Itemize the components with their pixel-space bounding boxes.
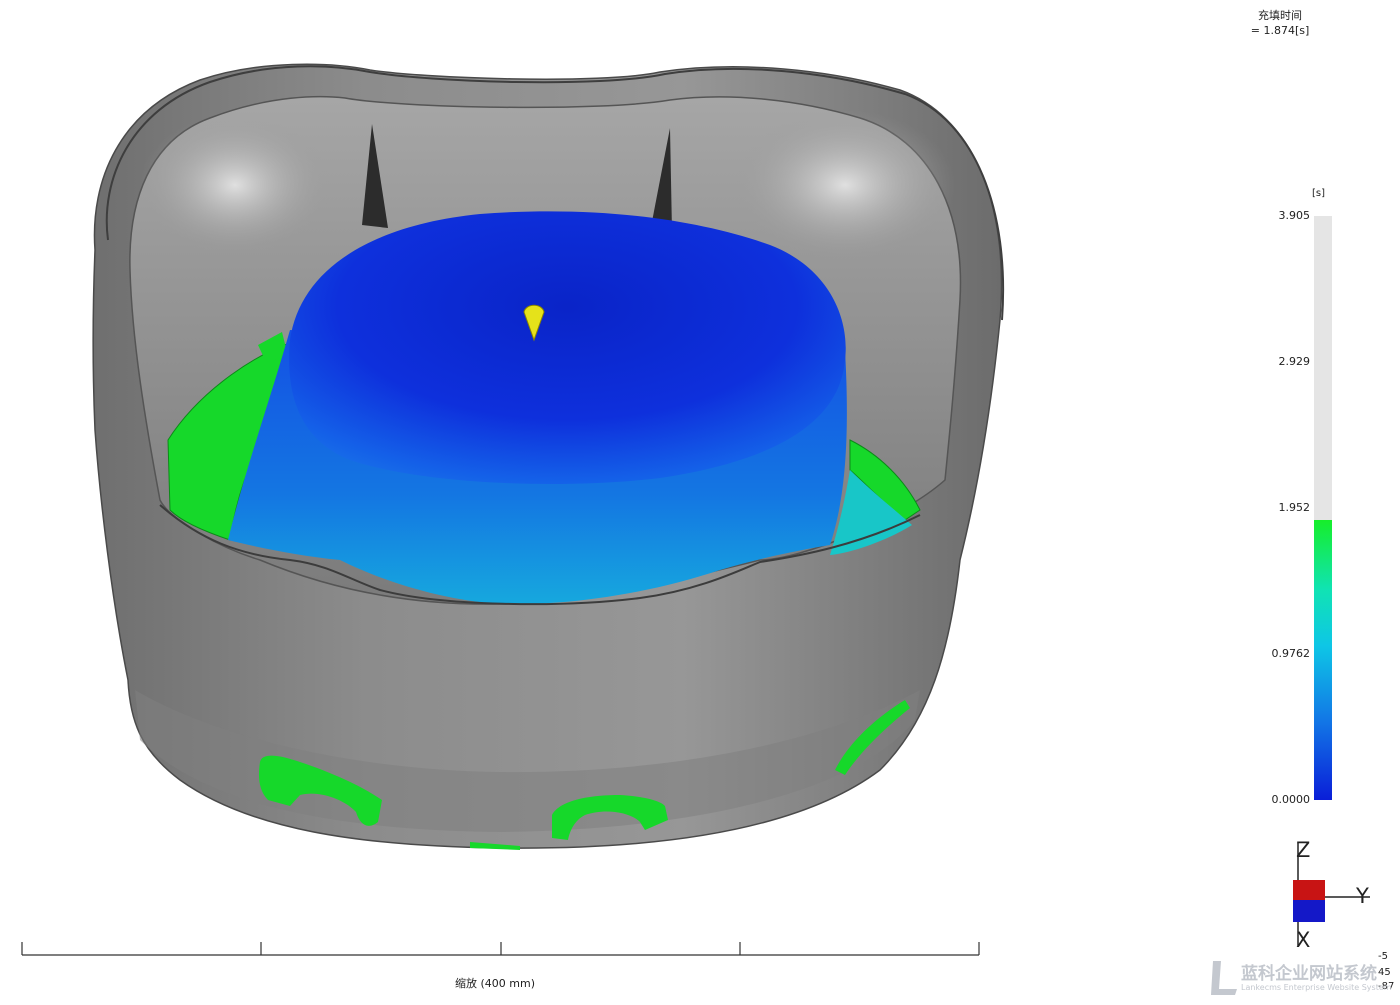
inner-highlight-right — [735, 110, 955, 260]
scale-label: 缩放 (400 mm) — [454, 977, 535, 990]
legend-tick-4: 0.9762 — [1271, 647, 1311, 660]
triad-cube-front — [1293, 900, 1325, 922]
melt-front-dome — [289, 211, 846, 484]
triad-z-label: Z — [1296, 838, 1310, 862]
result-title: 充填时间 — [1258, 9, 1302, 22]
legend-unit: [s] — [1312, 188, 1326, 199]
legend-tick-2: 2.929 — [1278, 355, 1311, 368]
watermark-text: 蓝科企业网站系统 — [1241, 963, 1377, 984]
watermark-subtext: Lankecms Enterprise Website System — [1241, 983, 1392, 992]
legend-tick-3: 1.952 — [1278, 501, 1311, 514]
scale-bar — [21, 942, 980, 956]
triad-y-label: Y — [1355, 884, 1369, 908]
triad-cube-top — [1293, 880, 1325, 900]
watermark-logo: 蓝科企业网站系统 Lankecms Enterprise Website Sys… — [1211, 961, 1392, 995]
orientation-triad[interactable]: Z Y X — [1280, 835, 1390, 955]
inner-highlight-left — [140, 115, 330, 255]
watermark-l-icon — [1211, 961, 1237, 995]
result-value: = 1.874[s] — [1250, 24, 1310, 37]
model-viewport[interactable] — [0, 0, 1400, 1005]
legend-tick-min: 0.0000 — [1271, 793, 1311, 806]
legend-tick-max: 3.905 — [1278, 209, 1311, 222]
triad-x-label: X — [1296, 928, 1310, 952]
legend-colorbar-fill — [1314, 520, 1332, 800]
